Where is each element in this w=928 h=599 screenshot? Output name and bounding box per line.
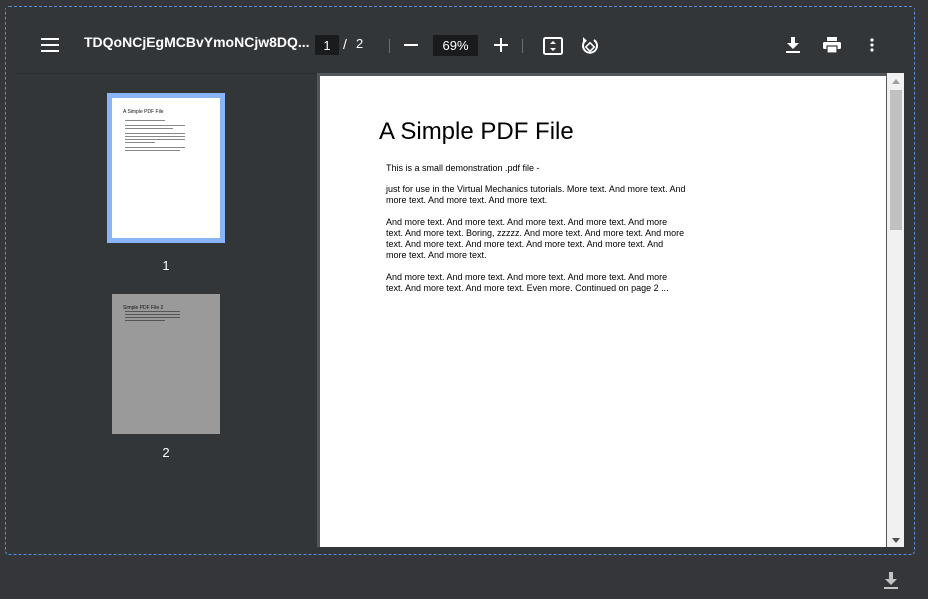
thumbnail-text-line xyxy=(125,147,185,148)
zoom-in-icon xyxy=(494,38,508,52)
rotate-icon xyxy=(582,37,598,54)
thumbnail-text-line xyxy=(125,150,180,151)
thumbnail-mini-title: A Simple PDF File xyxy=(123,109,164,115)
thumbnail-page-2[interactable]: Simple PDF File 2 xyxy=(112,294,220,434)
document-paragraph: And more text. And more text. And more t… xyxy=(386,272,669,293)
zoom-in-button[interactable] xyxy=(490,34,512,56)
thumbnail-text-line xyxy=(125,311,180,312)
print-button[interactable] xyxy=(821,34,843,56)
thumbnail-text-line xyxy=(125,139,185,140)
document-title: TDQoNCjEgMCBvYmoNCjw8DQ... xyxy=(84,34,310,50)
document-viewer: A Simple PDF File This is a small demons… xyxy=(317,73,887,547)
pdf-page: A Simple PDF File This is a small demons… xyxy=(320,76,886,547)
thumbnail-text-line xyxy=(125,120,165,121)
bottom-download-button[interactable] xyxy=(883,572,903,592)
pdf-viewer-frame: TDQoNCjEgMCBvYmoNCjw8DQ... 1 / 2 69% A S… xyxy=(5,6,915,555)
thumbnail-sidebar: A Simple PDF File 1 Simple PDF File 2 2 xyxy=(16,73,317,549)
zoom-out-button[interactable] xyxy=(402,35,420,55)
thumbnail-text-line xyxy=(125,320,165,321)
page-number-input[interactable]: 1 xyxy=(315,35,339,55)
thumbnail-label-2: 2 xyxy=(162,445,170,460)
document-heading: A Simple PDF File xyxy=(379,118,574,145)
thumbnail-text-line xyxy=(125,317,180,318)
page-separator: / xyxy=(343,36,347,52)
zoom-out-icon xyxy=(404,44,418,46)
fit-page-icon xyxy=(543,37,563,55)
page-total: 2 xyxy=(356,36,364,51)
scrollbar-thumb[interactable] xyxy=(890,90,902,230)
fit-page-button[interactable] xyxy=(542,35,564,57)
thumbnail-text-line xyxy=(125,136,185,137)
document-paragraph: And more text. And more text. And more t… xyxy=(386,217,685,260)
thumbnail-text-line xyxy=(125,128,173,129)
thumbnail-text-line xyxy=(125,142,155,143)
more-vert-icon xyxy=(870,38,874,52)
toolbar: TDQoNCjEgMCBvYmoNCjw8DQ... 1 / 2 69% xyxy=(6,7,914,77)
scroll-down-arrow-icon[interactable] xyxy=(892,538,900,543)
zoom-input[interactable]: 69% xyxy=(433,35,478,56)
thumbnail-text-line xyxy=(125,314,180,315)
document-paragraph: This is a small demonstration .pdf file … xyxy=(386,163,540,173)
download-icon xyxy=(884,572,898,589)
thumbnail-page-1[interactable]: A Simple PDF File xyxy=(107,93,225,243)
more-options-button[interactable] xyxy=(862,34,882,56)
vertical-scrollbar[interactable] xyxy=(887,73,904,547)
menu-button[interactable] xyxy=(36,32,64,58)
download-icon xyxy=(786,37,800,53)
thumbnail-text-line xyxy=(125,133,185,134)
toolbar-divider xyxy=(389,39,390,53)
rotate-button[interactable] xyxy=(578,34,602,58)
download-button[interactable] xyxy=(782,34,804,56)
menu-icon xyxy=(41,38,59,52)
thumbnail-label-1: 1 xyxy=(162,258,170,273)
toolbar-divider xyxy=(522,39,523,53)
print-icon xyxy=(823,37,841,53)
document-paragraph: just for use in the Virtual Mechanics tu… xyxy=(386,184,686,205)
thumbnail-text-line xyxy=(125,125,185,126)
scroll-up-arrow-icon[interactable] xyxy=(892,79,900,84)
